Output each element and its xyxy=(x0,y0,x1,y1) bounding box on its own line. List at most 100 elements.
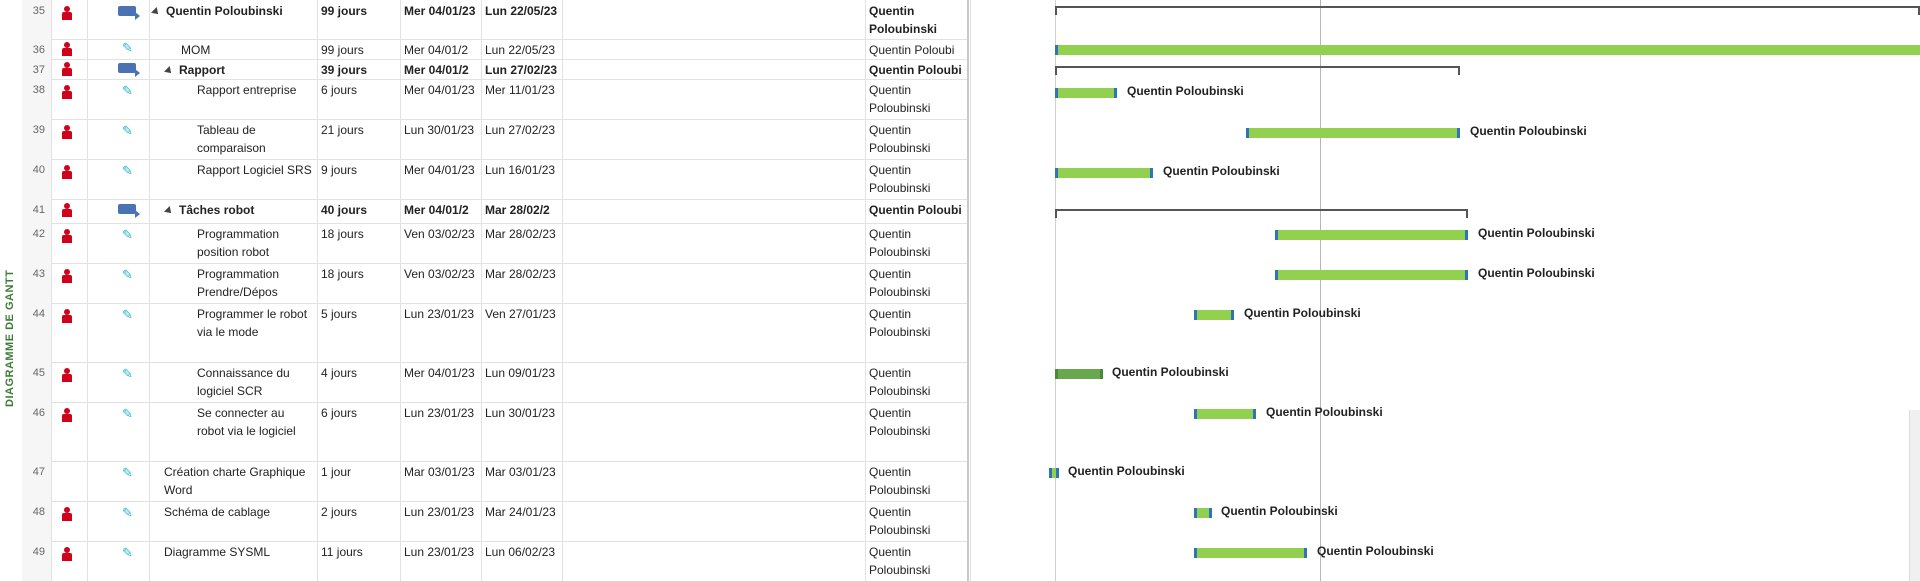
start-cell[interactable]: Mar 03/01/23 xyxy=(401,461,482,501)
empty-cell[interactable] xyxy=(563,303,866,362)
collapse-icon[interactable] xyxy=(164,206,174,216)
finish-cell[interactable]: Mar 28/02/2 xyxy=(482,199,563,223)
task-name-cell[interactable]: Connaissance du logiciel SCR xyxy=(150,362,318,402)
resource-cell[interactable]: Quentin Poloubinski xyxy=(866,223,971,263)
start-cell[interactable]: Mer 04/01/2 xyxy=(401,59,482,79)
finish-cell[interactable]: Mar 03/01/23 xyxy=(482,461,563,501)
table-row[interactable]: 37 Rapport 39 jours Mer 04/01/2 Lun 27/0… xyxy=(22,59,971,80)
duration-cell[interactable]: 4 jours xyxy=(318,362,401,402)
task-bar[interactable] xyxy=(1275,270,1468,280)
finish-cell[interactable]: Mer 11/01/23 xyxy=(482,79,563,119)
start-cell[interactable]: Lun 23/01/23 xyxy=(401,501,482,541)
duration-cell[interactable]: 40 jours xyxy=(318,199,401,223)
task-name-cell[interactable]: Tâches robot xyxy=(150,199,318,223)
resource-cell[interactable]: Quentin Poloubinski xyxy=(866,263,971,303)
duration-cell[interactable]: 99 jours xyxy=(318,39,401,59)
resource-cell[interactable]: Quentin Poloubi xyxy=(866,199,971,223)
table-row[interactable]: 38 ✎ Rapport entreprise 6 jours Mer 04/0… xyxy=(22,79,971,120)
resource-cell[interactable]: Quentin Poloubinski xyxy=(866,159,971,199)
task-bar[interactable] xyxy=(1194,310,1234,320)
resource-cell[interactable]: Quentin Poloubinski xyxy=(866,461,971,501)
finish-cell[interactable]: Lun 30/01/23 xyxy=(482,402,563,461)
duration-cell[interactable]: 18 jours xyxy=(318,223,401,263)
resource-cell[interactable]: Quentin Poloubinski xyxy=(866,362,971,402)
summary-bar[interactable] xyxy=(1055,66,1460,76)
resource-cell[interactable]: Quentin Poloubinski xyxy=(866,501,971,541)
finish-cell[interactable]: Lun 27/02/23 xyxy=(482,59,563,79)
finish-cell[interactable]: Lun 27/02/23 xyxy=(482,119,563,159)
resource-cell[interactable]: Quentin Poloubinski xyxy=(866,119,971,159)
empty-cell[interactable] xyxy=(563,461,866,501)
task-bar[interactable] xyxy=(1055,88,1117,98)
table-row[interactable]: 44 ✎ Programmer le robot via le mode 5 j… xyxy=(22,303,971,363)
start-cell[interactable]: Mer 04/01/23 xyxy=(401,159,482,199)
finish-cell[interactable]: Lun 09/01/23 xyxy=(482,362,563,402)
collapse-icon[interactable] xyxy=(151,7,161,17)
duration-cell[interactable]: 99 jours xyxy=(318,0,401,39)
empty-cell[interactable] xyxy=(563,0,866,39)
task-bar[interactable] xyxy=(1055,45,1920,55)
task-name-cell[interactable]: Création charte Graphique Word xyxy=(150,461,318,501)
duration-cell[interactable]: 9 jours xyxy=(318,159,401,199)
summary-bar[interactable] xyxy=(1055,6,1920,16)
table-row[interactable]: 41 Tâches robot 40 jours Mer 04/01/2 Mar… xyxy=(22,199,971,224)
empty-cell[interactable] xyxy=(563,159,866,199)
empty-cell[interactable] xyxy=(563,119,866,159)
table-row[interactable]: 35 Quentin Poloubinski 99 jours Mer 04/0… xyxy=(22,0,971,40)
duration-cell[interactable]: 18 jours xyxy=(318,263,401,303)
task-name-cell[interactable]: Tableau de comparaison xyxy=(150,119,318,159)
start-cell[interactable]: Mer 04/01/2 xyxy=(401,199,482,223)
table-row[interactable]: 48 ✎ Schéma de cablage 2 jours Lun 23/01… xyxy=(22,501,971,542)
finish-cell[interactable]: Ven 27/01/23 xyxy=(482,303,563,362)
table-row[interactable]: 42 ✎ Programmation position robot 18 jou… xyxy=(22,223,971,264)
task-name-cell[interactable]: Programmer le robot via le mode xyxy=(150,303,318,362)
start-cell[interactable]: Mer 04/01/23 xyxy=(401,0,482,39)
task-bar[interactable] xyxy=(1049,468,1059,478)
summary-bar[interactable] xyxy=(1055,209,1468,219)
task-name-cell[interactable]: Se connecter au robot via le logiciel xyxy=(150,402,318,461)
start-cell[interactable]: Ven 03/02/23 xyxy=(401,223,482,263)
duration-cell[interactable]: 39 jours xyxy=(318,59,401,79)
collapse-icon[interactable] xyxy=(164,66,174,76)
empty-cell[interactable] xyxy=(563,223,866,263)
table-row[interactable]: 47 ✎ Création charte Graphique Word 1 jo… xyxy=(22,461,971,502)
task-bar[interactable] xyxy=(1194,548,1307,558)
finish-cell[interactable]: Lun 22/05/23 xyxy=(482,39,563,59)
task-bar[interactable] xyxy=(1246,128,1460,138)
resource-cell[interactable]: Quentin Poloubi xyxy=(866,59,971,79)
resource-cell[interactable]: Quentin Poloubinski xyxy=(866,402,971,461)
task-name-cell[interactable]: Quentin Poloubinski xyxy=(150,0,318,39)
task-name-cell[interactable]: Rapport xyxy=(150,59,318,79)
empty-cell[interactable] xyxy=(563,362,866,402)
resource-cell[interactable]: Quentin Poloubi xyxy=(866,39,971,59)
finish-cell[interactable]: Lun 06/02/23 xyxy=(482,541,563,581)
start-cell[interactable]: Mer 04/01/2 xyxy=(401,39,482,59)
start-cell[interactable]: Lun 23/01/23 xyxy=(401,402,482,461)
table-row[interactable]: 39 ✎ Tableau de comparaison 21 jours Lun… xyxy=(22,119,971,160)
empty-cell[interactable] xyxy=(563,79,866,119)
duration-cell[interactable]: 2 jours xyxy=(318,501,401,541)
resource-cell[interactable]: Quentin Poloubinski xyxy=(866,79,971,119)
start-cell[interactable]: Lun 30/01/23 xyxy=(401,119,482,159)
empty-cell[interactable] xyxy=(563,501,866,541)
table-row[interactable]: 40 ✎ Rapport Logiciel SRS 9 jours Mer 04… xyxy=(22,159,971,200)
finish-cell[interactable]: Mar 28/02/23 xyxy=(482,263,563,303)
task-name-cell[interactable]: Programmation position robot xyxy=(150,223,318,263)
table-row[interactable]: 49 ✎ Diagramme SYSML 11 jours Lun 23/01/… xyxy=(22,541,971,581)
table-row[interactable]: 46 ✎ Se connecter au robot via le logici… xyxy=(22,402,971,462)
start-cell[interactable]: Lun 23/01/23 xyxy=(401,303,482,362)
start-cell[interactable]: Ven 03/02/23 xyxy=(401,263,482,303)
task-bar[interactable] xyxy=(1275,230,1468,240)
duration-cell[interactable]: 11 jours xyxy=(318,541,401,581)
empty-cell[interactable] xyxy=(563,39,866,59)
start-cell[interactable]: Mer 04/01/23 xyxy=(401,362,482,402)
task-bar[interactable] xyxy=(1194,508,1212,518)
duration-cell[interactable]: 5 jours xyxy=(318,303,401,362)
empty-cell[interactable] xyxy=(563,541,866,581)
task-name-cell[interactable]: Programmation Prendre/Dépos xyxy=(150,263,318,303)
task-name-cell[interactable]: Rapport Logiciel SRS xyxy=(150,159,318,199)
vertical-scrollbar[interactable] xyxy=(1909,410,1920,581)
resource-cell[interactable]: Quentin Poloubinski xyxy=(866,303,971,362)
start-cell[interactable]: Lun 23/01/23 xyxy=(401,541,482,581)
resource-cell[interactable]: Quentin Poloubinski xyxy=(866,0,971,39)
